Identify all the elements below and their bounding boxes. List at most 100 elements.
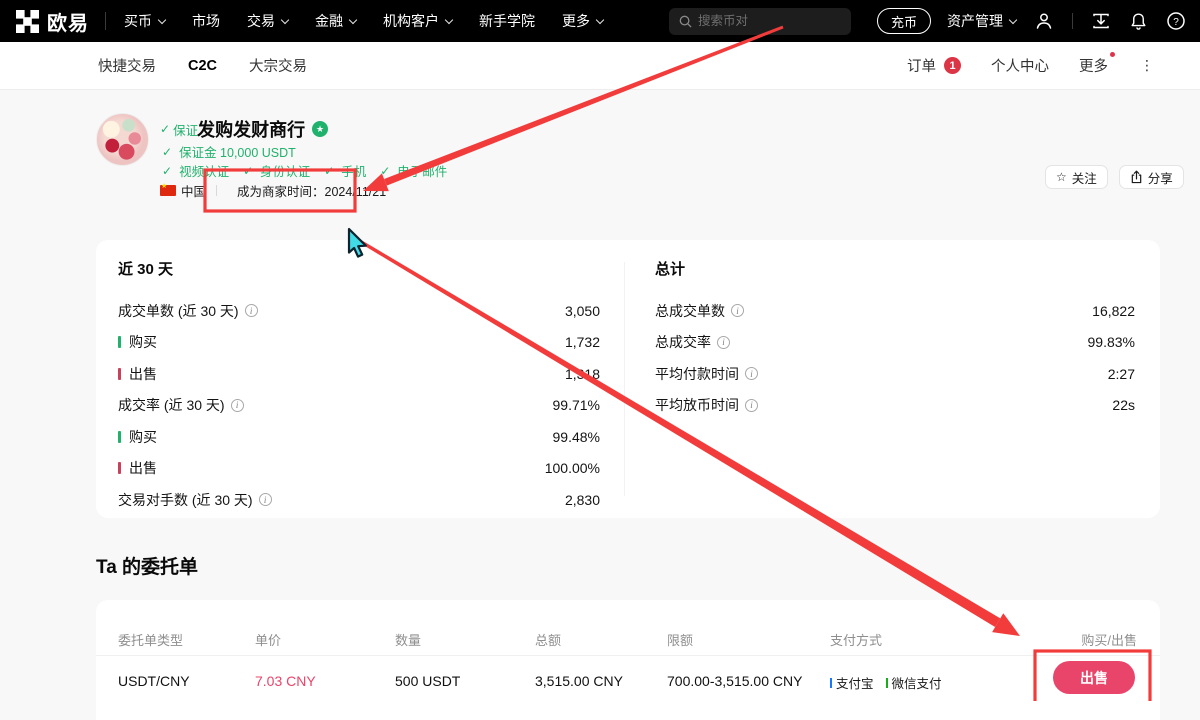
chevron-down-icon xyxy=(1009,15,1017,23)
stat-row: 购买 1,732 xyxy=(118,327,600,359)
stat-row: 平均付款时间 2:27 xyxy=(655,358,1135,390)
okx-logo-icon xyxy=(16,10,39,33)
sell-button[interactable]: 出售 xyxy=(1053,661,1135,694)
col-header-payment: 支付方式 xyxy=(830,630,882,649)
main-menu: 买币 市场 交易 金融 机构客户 新手学院 更多 xyxy=(124,11,603,31)
orders-link[interactable]: 订单 1 xyxy=(907,55,961,76)
merchant-since: 成为商家时间：2024/11/21 xyxy=(227,181,386,200)
stat-row: 成交率 (近 30 天) 99.71% xyxy=(118,390,600,422)
top-navbar: 欧易 买币 市场 交易 金融 机构客户 新手学院 更多 充币 资产管理 ? xyxy=(0,0,1200,42)
info-icon[interactable] xyxy=(231,399,244,412)
nav-item-markets[interactable]: 市场 xyxy=(192,11,220,31)
info-icon[interactable] xyxy=(731,304,744,317)
nav-item-buy-crypto[interactable]: 买币 xyxy=(124,11,165,31)
info-icon[interactable] xyxy=(745,399,758,412)
merchant-name-row: 保证 发购发财商行 xyxy=(160,116,328,142)
wechat-bar-icon xyxy=(886,678,888,688)
verification-row: 视频认证 身份认证 手机 电子邮件 xyxy=(162,161,447,180)
chevron-down-icon xyxy=(349,15,357,23)
stat-row: 交易对手数 (近 30 天) 2,830 xyxy=(118,484,600,516)
search-icon xyxy=(679,15,692,28)
svg-text:?: ? xyxy=(1173,17,1179,28)
divider xyxy=(1072,13,1073,29)
stats-title-recent: 近 30 天 xyxy=(118,258,600,284)
chevron-down-icon xyxy=(445,15,453,23)
divider xyxy=(105,12,106,30)
buy-tick-icon xyxy=(118,336,121,348)
info-icon[interactable] xyxy=(745,367,758,380)
profile-actions: 关注 分享 xyxy=(1045,165,1184,189)
overflow-menu-icon[interactable] xyxy=(1140,57,1154,74)
divider xyxy=(624,262,625,496)
check-icon xyxy=(380,164,393,178)
guarantee-tag: 保证 xyxy=(173,120,198,139)
cell-payments: 支付宝 微信支付 xyxy=(830,673,942,692)
stats-title-total: 总计 xyxy=(655,258,1135,284)
okx-logo[interactable]: 欧易 xyxy=(16,7,89,36)
notification-dot xyxy=(1110,52,1115,57)
tab-c2c[interactable]: C2C xyxy=(188,58,217,74)
info-icon[interactable] xyxy=(717,336,730,349)
nav-item-academy[interactable]: 新手学院 xyxy=(479,11,535,31)
follow-button[interactable]: 关注 xyxy=(1045,165,1108,189)
stat-row: 成交单数 (近 30 天) 3,050 xyxy=(118,295,600,327)
help-icon[interactable]: ? xyxy=(1166,11,1186,31)
merchant-avatar xyxy=(96,113,149,166)
search-pair-box[interactable] xyxy=(669,8,851,35)
share-button[interactable]: 分享 xyxy=(1119,165,1184,189)
tab-express-trade[interactable]: 快捷交易 xyxy=(98,55,156,76)
stats-total: 总计 总成交单数 16,822 总成交率 99.83% 平均付款时间 2:27 … xyxy=(655,258,1135,421)
china-flag-icon xyxy=(160,185,176,196)
verified-badge-icon xyxy=(312,121,328,137)
chevron-down-icon xyxy=(281,15,289,23)
stat-row: 总成交单数 16,822 xyxy=(655,295,1135,327)
nav-item-more[interactable]: 更多 xyxy=(562,11,603,31)
check-icon xyxy=(160,122,173,136)
cell-pair: USDT/CNY xyxy=(118,673,190,689)
verification-email: 电子邮件 xyxy=(380,161,447,180)
star-icon xyxy=(1056,170,1067,184)
stat-row: 购买 99.48% xyxy=(118,421,600,453)
assets-menu[interactable]: 资产管理 xyxy=(947,11,1016,31)
col-header-buy-sell: 购买/出售 xyxy=(1081,630,1137,649)
check-icon xyxy=(243,164,256,178)
c2c-subnav: 快捷交易 C2C 大宗交易 订单 1 个人中心 更多 xyxy=(0,42,1200,90)
orders-section-title: Ta 的委托单 xyxy=(96,552,198,579)
profile-center-link[interactable]: 个人中心 xyxy=(991,55,1049,76)
download-app-icon[interactable] xyxy=(1091,11,1111,31)
subnav-right: 订单 1 个人中心 更多 xyxy=(907,55,1154,76)
notifications-bell-icon[interactable] xyxy=(1129,11,1148,31)
verification-video: 视频认证 xyxy=(162,161,229,180)
col-header-price: 单价 xyxy=(255,630,281,649)
account-icon[interactable] xyxy=(1034,11,1054,31)
check-icon xyxy=(162,145,175,159)
info-icon[interactable] xyxy=(259,493,272,506)
cell-limit: 700.00-3,515.00 CNY xyxy=(667,673,802,689)
merchant-stats-card: 近 30 天 成交单数 (近 30 天) 3,050 购买 1,732 出售 1… xyxy=(96,240,1160,518)
payment-wechat: 微信支付 xyxy=(886,673,942,692)
orders-count-badge: 1 xyxy=(944,57,961,74)
col-header-limit: 限额 xyxy=(667,630,693,649)
brand-name: 欧易 xyxy=(47,7,89,36)
info-icon[interactable] xyxy=(245,304,258,317)
stat-row: 平均放币时间 22s xyxy=(655,390,1135,422)
country-label: 中国 xyxy=(181,181,206,200)
chevron-down-icon xyxy=(158,15,166,23)
nav-item-trade[interactable]: 交易 xyxy=(247,11,288,31)
col-header-amount: 数量 xyxy=(395,630,421,649)
nav-item-institutional[interactable]: 机构客户 xyxy=(383,11,452,31)
payment-alipay: 支付宝 xyxy=(830,673,874,692)
alipay-bar-icon xyxy=(830,678,832,688)
deposit-button[interactable]: 充币 xyxy=(877,8,931,34)
tab-block-trading[interactable]: 大宗交易 xyxy=(249,55,307,76)
chevron-down-icon xyxy=(596,15,604,23)
orders-table: 委托单类型 单价 数量 总额 限额 支付方式 购买/出售 USDT/CNY 7.… xyxy=(96,600,1160,720)
verification-identity: 身份认证 xyxy=(243,161,310,180)
cell-price: 7.03 CNY xyxy=(255,673,316,689)
more-link[interactable]: 更多 xyxy=(1079,55,1108,76)
divider xyxy=(96,655,1160,656)
search-input[interactable] xyxy=(698,14,828,28)
nav-item-finance[interactable]: 金融 xyxy=(315,11,356,31)
col-header-total: 总额 xyxy=(535,630,561,649)
stat-row: 总成交率 99.83% xyxy=(655,327,1135,359)
